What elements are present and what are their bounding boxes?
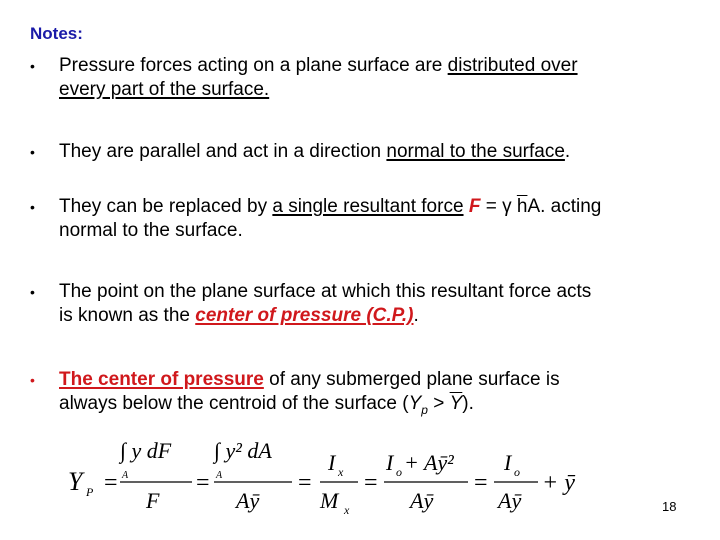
- bullet-text: of any submerged plane surface is: [263, 369, 560, 390]
- bullet-dot: •: [30, 372, 35, 388]
- plus-y-bar: + ȳ: [542, 470, 575, 496]
- underlined-text: every part of the surface.: [59, 79, 270, 100]
- fraction-1-numerator: ∫ y dF: [118, 438, 172, 464]
- greater-than: >: [427, 393, 450, 414]
- fraction-5-numerator: I: [503, 450, 513, 475]
- bullet-dot: •: [30, 284, 35, 300]
- center-of-pressure-term: center of pressure (C.P.): [195, 305, 414, 326]
- bullet-text: always below the centroid of the surface…: [59, 393, 409, 414]
- lhs-subscript: P: [85, 485, 94, 499]
- underlined-text: a single resultant force: [272, 196, 464, 217]
- center-of-pressure-term: The center of pressure: [59, 369, 264, 390]
- fraction-3-num-sub: x: [337, 465, 344, 479]
- punctuation: ).: [462, 393, 474, 414]
- bullet-dot: •: [30, 199, 35, 215]
- fraction-4-numerator-rest: + Aȳ²: [404, 450, 454, 475]
- punctuation: .: [413, 305, 419, 326]
- equals-sign: =: [104, 470, 118, 496]
- subscript-p: p: [421, 402, 428, 417]
- punctuation: .: [564, 141, 571, 162]
- fraction-3-den-sub: x: [343, 503, 350, 517]
- bullet-text: They can be replaced by: [59, 196, 273, 217]
- bullet-dot: •: [30, 58, 35, 74]
- underlined-text: normal to the surface: [386, 141, 565, 162]
- equals-sign: =: [196, 470, 210, 496]
- fraction-2-integral-sub: A: [215, 470, 223, 481]
- fraction-5-num-sub: o: [514, 465, 520, 479]
- equals-sign: =: [474, 470, 488, 496]
- lhs-y: Y: [68, 467, 85, 496]
- fraction-1-integral-sub: A: [121, 470, 129, 481]
- bullet-text: A. acting: [527, 196, 602, 217]
- bullet-text: normal to the surface.: [59, 220, 243, 241]
- page-number: 18: [662, 499, 677, 514]
- fraction-2-numerator: ∫ y² dA: [212, 438, 272, 464]
- equation-text: = γ: [480, 196, 517, 217]
- fraction-2-denominator: Aȳ: [234, 488, 260, 513]
- fraction-4-num-sub: o: [396, 465, 402, 479]
- fraction-5-denominator: Aȳ: [496, 488, 522, 513]
- center-of-pressure-equation: Y P = ∫ y dF A F = ∫ y² dA A Aȳ = I x M …: [68, 438, 575, 517]
- fraction-1-denominator: F: [145, 488, 160, 513]
- h-bar-symbol: h: [516, 196, 528, 217]
- bullet-dot: •: [30, 144, 35, 160]
- fraction-4-numerator-i: I: [385, 450, 395, 475]
- force-symbol: F: [468, 196, 481, 217]
- fraction-3-denominator: M: [319, 488, 340, 513]
- bullet-text: Pressure forces acting on a plane surfac…: [59, 55, 448, 76]
- y-bar-symbol: Y: [449, 393, 463, 414]
- fraction-3-numerator: I: [327, 450, 337, 475]
- underlined-text: distributed over: [447, 55, 578, 76]
- bullet-text: is known as the: [59, 305, 196, 326]
- bullet-text: They are parallel and act in a direction: [59, 141, 387, 162]
- notes-heading: Notes:: [30, 24, 83, 43]
- fraction-4-denominator: Aȳ: [408, 488, 434, 513]
- equals-sign: =: [364, 470, 378, 496]
- y-symbol: Y: [408, 393, 422, 414]
- bullet-text: The point on the plane surface at which …: [59, 281, 592, 302]
- equals-sign: =: [298, 470, 312, 496]
